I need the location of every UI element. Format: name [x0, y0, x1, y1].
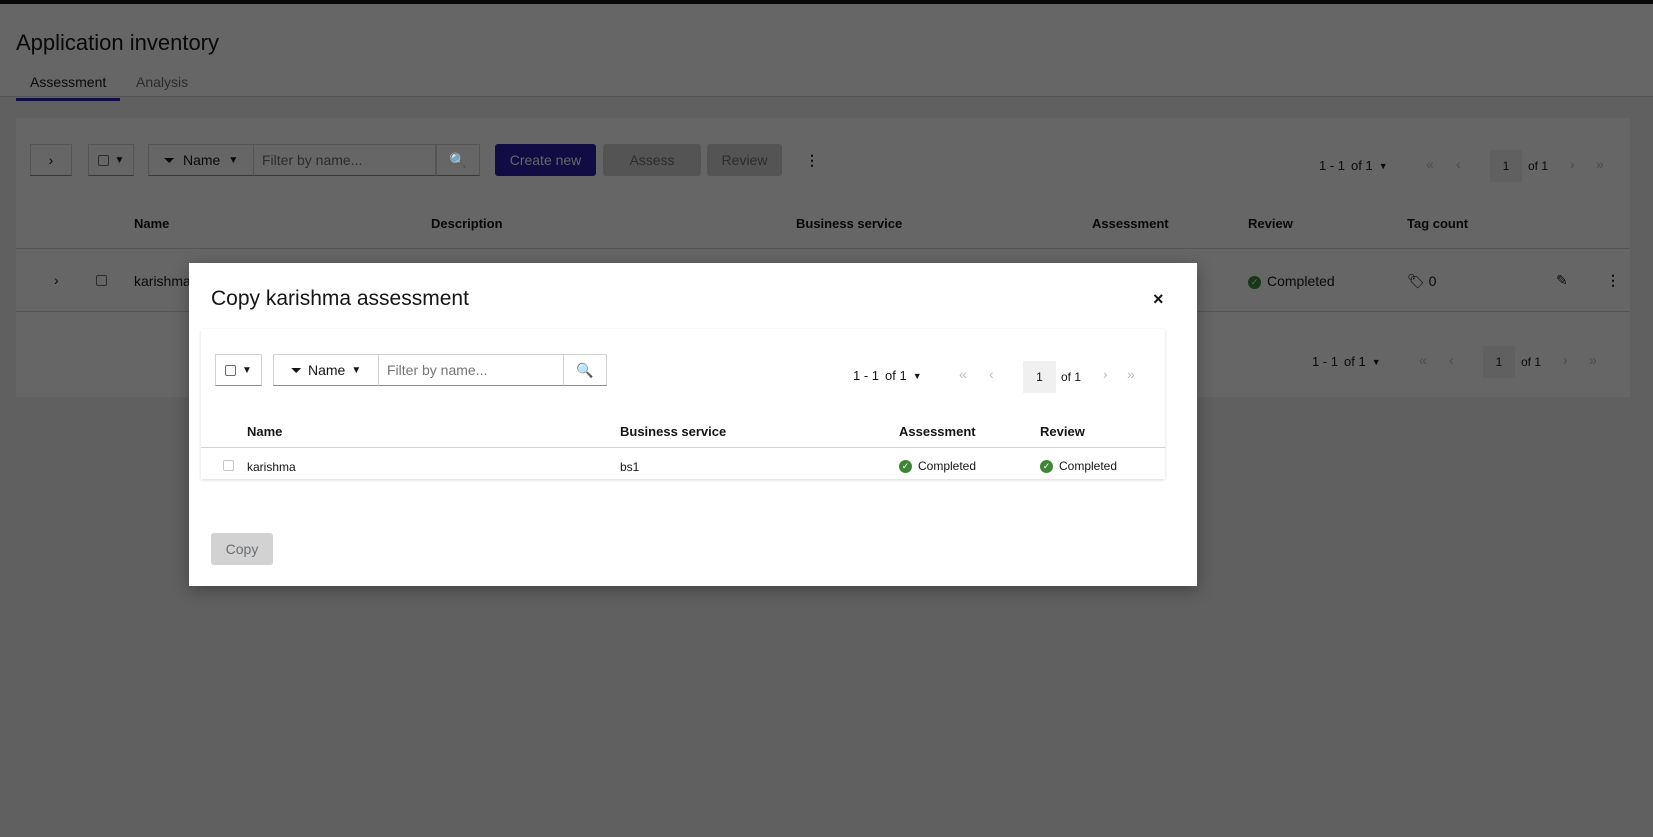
col-business-service: Business service	[620, 424, 727, 439]
page-of: of 1	[1528, 159, 1549, 173]
first-page-icon[interactable]: «	[1426, 156, 1434, 172]
page-of: of 1	[1061, 370, 1082, 384]
modal-title: Copy karishma assessment	[211, 287, 469, 310]
col-name[interactable]: Name	[134, 216, 169, 231]
total: of 1	[1344, 354, 1366, 369]
tab-analysis[interactable]: Analysis	[122, 74, 202, 101]
last-page-icon[interactable]: »	[1589, 352, 1597, 368]
col-business-service[interactable]: Business service	[796, 216, 902, 231]
tag-count: 0	[1428, 273, 1437, 289]
total: of 1	[1351, 158, 1373, 173]
row-tag-count: 🏷 0	[1407, 273, 1436, 290]
col-name[interactable]: Name	[247, 424, 282, 439]
modal-pagination[interactable]: 1 - 1 of 1 ▼	[853, 368, 922, 383]
filter-input[interactable]	[378, 354, 564, 386]
filter-icon: ⏷	[163, 151, 175, 168]
row-business-service: bs1	[620, 460, 640, 474]
review-text: Completed	[1267, 273, 1335, 289]
filter-input[interactable]	[253, 144, 436, 176]
row-expand-icon[interactable]: ›	[54, 272, 59, 288]
caret-down-icon: ▼	[1378, 160, 1388, 171]
caret-down-icon: ▼	[228, 154, 239, 166]
bulk-select[interactable]: ▼	[88, 144, 134, 176]
tab-assessment[interactable]: Assessment	[16, 74, 121, 101]
next-page-icon[interactable]: ›	[1570, 156, 1575, 172]
assess-button[interactable]: Assess	[603, 144, 701, 176]
caret-down-icon: ▼	[1371, 356, 1381, 367]
col-assessment: Assessment	[899, 424, 976, 439]
page-input[interactable]: 1	[1490, 150, 1522, 182]
caret-down-icon: ▼	[912, 370, 922, 381]
col-description: Description	[431, 216, 503, 231]
filter-icon: ⏷	[290, 361, 302, 378]
col-tag-count[interactable]: Tag count	[1407, 216, 1468, 231]
chevron-right-icon: ›	[48, 152, 54, 168]
prev-page-icon[interactable]: ‹	[1456, 156, 1461, 172]
checkbox-icon	[97, 154, 109, 166]
search-button[interactable]: 🔍	[436, 144, 480, 176]
assessment-text: Completed	[918, 459, 977, 473]
row-review: ✓ Completed	[1040, 459, 1118, 474]
copy-button[interactable]: Copy	[211, 533, 273, 565]
filter-type-label: Name	[307, 362, 346, 378]
row-checkbox[interactable]	[96, 275, 107, 286]
kebab-menu-icon[interactable]: ⋮	[804, 144, 820, 176]
search-button[interactable]: 🔍	[563, 354, 607, 386]
search-icon: 🔍	[576, 361, 594, 378]
row-name: karishma	[247, 460, 296, 474]
applications-table-card: ▼ ⏷ Name ▼ 🔍 1 - 1 of 1 ▼ « ‹ 1 of 1 › » Nam…	[201, 329, 1165, 479]
row-name: karishma	[134, 273, 191, 289]
prev-page-icon[interactable]: ‹	[1449, 352, 1454, 368]
total: of 1	[885, 368, 907, 383]
bulk-select[interactable]: ▼	[215, 354, 262, 386]
check-circle-icon: ✓	[899, 460, 912, 474]
last-page-icon[interactable]: »	[1127, 366, 1135, 382]
col-review: Review	[1040, 424, 1085, 439]
filter-type-dropdown[interactable]: ⏷ Name ▼	[273, 354, 379, 386]
page-of: of 1	[1521, 355, 1542, 369]
review-text: Completed	[1059, 459, 1118, 473]
checkbox-icon	[225, 364, 237, 376]
caret-down-icon: ▼	[242, 364, 252, 376]
filter-type-dropdown[interactable]: ⏷ Name ▼	[148, 144, 254, 176]
pagination-bottom[interactable]: 1 - 1 of 1 ▼	[1312, 354, 1381, 369]
page-input[interactable]: 1	[1023, 361, 1056, 393]
tag-icon: 🏷	[1407, 273, 1425, 289]
search-icon: 🔍	[449, 151, 467, 168]
row-checkbox[interactable]	[223, 460, 234, 471]
review-button[interactable]: Review	[707, 144, 782, 176]
caret-down-icon: ▼	[114, 154, 125, 166]
filter-type-label: Name	[182, 152, 221, 168]
page-input[interactable]: 1	[1483, 346, 1515, 378]
next-page-icon[interactable]: ›	[1103, 366, 1108, 382]
last-page-icon[interactable]: »	[1596, 156, 1604, 172]
create-new-button[interactable]: Create new	[495, 144, 596, 176]
row-kebab-icon[interactable]: ⋮	[1606, 272, 1620, 289]
range: 1 - 1	[1319, 158, 1346, 173]
prev-page-icon[interactable]: ‹	[989, 366, 994, 382]
expand-all-button[interactable]: ›	[30, 144, 72, 176]
row-review: ✓ Completed	[1248, 273, 1335, 289]
first-page-icon[interactable]: «	[959, 366, 967, 382]
pagination-top[interactable]: 1 - 1 of 1 ▼	[1319, 158, 1388, 173]
row-assessment: ✓ Completed	[899, 459, 977, 474]
check-circle-icon: ✓	[1248, 275, 1261, 289]
col-review: Review	[1248, 216, 1293, 231]
copy-assessment-modal: Copy karishma assessment × ▼ ⏷ Name ▼ 🔍 1 …	[189, 263, 1197, 586]
first-page-icon[interactable]: «	[1419, 352, 1427, 368]
close-icon[interactable]: ×	[1153, 289, 1164, 310]
page-title: Application inventory	[16, 30, 220, 55]
range: 1 - 1	[1312, 354, 1339, 369]
col-assessment: Assessment	[1092, 216, 1169, 231]
caret-down-icon: ▼	[351, 364, 362, 376]
edit-icon[interactable]: ✎	[1556, 272, 1568, 289]
check-circle-icon: ✓	[1040, 460, 1053, 474]
range: 1 - 1	[853, 368, 880, 383]
page-header: Application inventory Assessment Analysi…	[0, 4, 1653, 101]
next-page-icon[interactable]: ›	[1563, 352, 1568, 368]
